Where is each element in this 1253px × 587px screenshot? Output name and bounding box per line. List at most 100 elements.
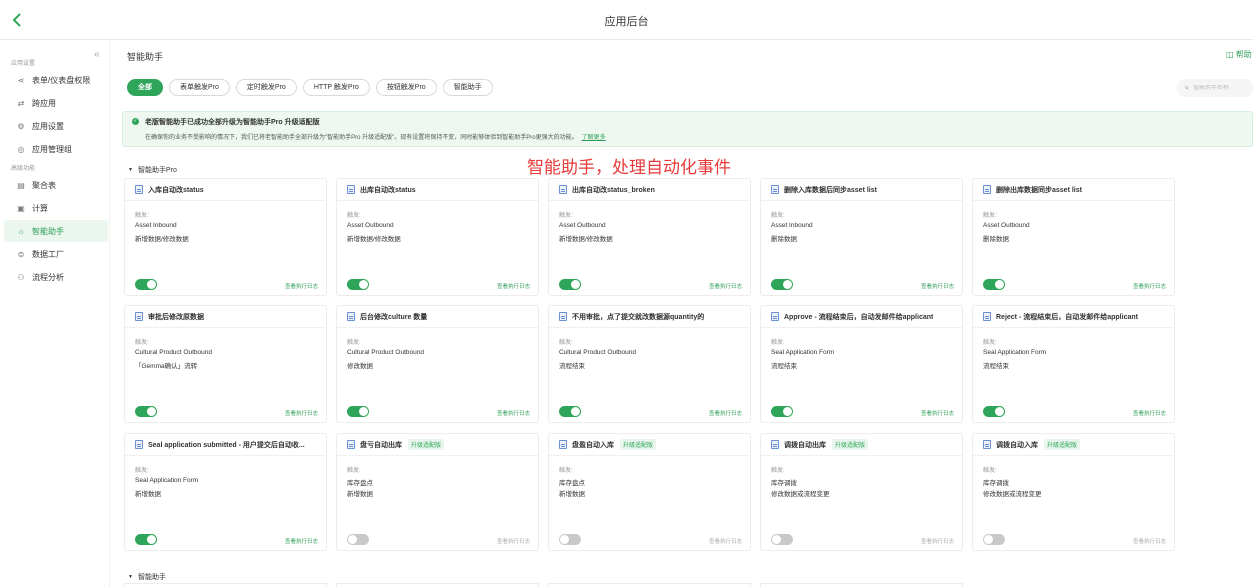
enable-toggle[interactable]	[347, 406, 369, 417]
view-log-link[interactable]: 查看执行日志	[285, 409, 318, 417]
filter-tab[interactable]: 智能助手	[442, 79, 493, 96]
view-log-link[interactable]: 查看执行日志	[497, 409, 530, 417]
assistant-card[interactable]: 出库自动改status_broken 触发: Asset Outbound 新增数据/…	[548, 178, 751, 296]
filter-tab[interactable]: 表单触发Pro	[169, 79, 230, 96]
assistant-card[interactable]: 调拨自动出库 升级适配版 触发: 库存调拨 修改数据或流程变更 查看执行日志	[760, 433, 963, 551]
sidebar-item-table[interactable]: ▤ 聚合表	[4, 174, 108, 196]
sidebar-item-shield[interactable]: ◎ 应用管理组	[4, 138, 108, 160]
section-header[interactable]: ▼ 智能助手	[128, 572, 166, 582]
trigger-event: 流程结束	[983, 363, 1009, 370]
assistant-card[interactable]: Approve - 流程结束后，自动发邮件给applicant 触发: Seal A…	[760, 305, 963, 423]
trigger-event: 新增数据/修改数据	[135, 236, 189, 243]
sidebar-item-bulb[interactable]: ☼ 智能助手	[4, 220, 108, 242]
assistant-card[interactable]	[548, 583, 751, 587]
enable-toggle[interactable]	[559, 406, 581, 417]
view-log-link[interactable]: 查看执行日志	[709, 282, 742, 290]
view-log-link[interactable]: 查看执行日志	[1133, 537, 1166, 545]
section-header[interactable]: ▼ 智能助手Pro	[128, 165, 177, 175]
assistant-card[interactable]	[124, 583, 327, 587]
assistant-card[interactable]	[336, 583, 539, 587]
view-log-link[interactable]: 查看执行日志	[1133, 409, 1166, 417]
filter-tab[interactable]: 全部	[127, 79, 163, 96]
card-header: 不用审批，点了提交就改数据源quantity的	[549, 306, 750, 328]
sidebar-item-share[interactable]: ⋖ 表单/仪表盘权限	[4, 69, 108, 91]
upgrade-banner: ✓ 老版智能助手已成功全部升级为智能助手Pro 升级适配版 在确保你的业务不受影…	[122, 111, 1253, 147]
search-box[interactable]	[1177, 79, 1253, 97]
trigger-form: Asset Inbound	[135, 222, 177, 229]
assistant-card[interactable]: 不用审批，点了提交就改数据源quantity的 触发: Cultural Produ…	[548, 305, 751, 423]
search-input[interactable]	[1193, 85, 1253, 91]
sidebar-item-calculator[interactable]: ▣ 计算	[4, 197, 108, 219]
card-header: 删除入库数据后同步asset list	[761, 179, 962, 201]
book-icon: ◫	[1226, 50, 1234, 59]
assistant-card[interactable]: 盘盈自动入库 升级适配版 触发: 库存盘点 新增数据 查看执行日志	[548, 433, 751, 551]
view-log-link[interactable]: 查看执行日志	[921, 409, 954, 417]
table-icon: ▤	[17, 180, 25, 190]
upgrade-badge: 升级适配版	[620, 439, 657, 450]
card-header: Reject - 流程结束后，自动发邮件给applicant	[973, 306, 1174, 328]
assistant-card[interactable]: Reject - 流程结束后，自动发邮件给applicant 触发: Seal Ap…	[972, 305, 1175, 423]
trigger-form: 库存盘点	[347, 480, 373, 487]
sidebar-item-label: 计算	[32, 203, 48, 213]
assistant-card[interactable]	[760, 583, 963, 587]
trigger-event: 流程结束	[771, 363, 797, 370]
view-log-link[interactable]: 查看执行日志	[497, 537, 530, 545]
sidebar-item-link[interactable]: ⇄ 跨应用	[4, 92, 108, 114]
caret-down-icon: ▼	[128, 167, 133, 173]
assistant-card[interactable]: 后台修改culture 数量 触发: Cultural Product Outbou…	[336, 305, 539, 423]
view-log-link[interactable]: 查看执行日志	[709, 537, 742, 545]
view-log-link[interactable]: 查看执行日志	[921, 282, 954, 290]
enable-toggle[interactable]	[135, 534, 157, 545]
enable-toggle[interactable]	[771, 534, 793, 545]
view-log-link[interactable]: 查看执行日志	[1133, 282, 1166, 290]
enable-toggle[interactable]	[983, 534, 1005, 545]
form-doc-icon	[347, 440, 355, 449]
filter-tab[interactable]: 定时触发Pro	[235, 79, 297, 96]
help-label: 帮助	[1235, 50, 1252, 59]
card-title: 出库自动改status_broken	[572, 186, 655, 194]
filter-tab[interactable]: 按钮触发Pro	[375, 79, 437, 96]
enable-toggle[interactable]	[347, 534, 369, 545]
card-header: Approve - 流程结束后，自动发邮件给applicant	[761, 306, 962, 328]
collapse-sidebar-icon[interactable]: «	[94, 49, 100, 60]
sidebar-item-org[interactable]: ⚇ 流程分析	[4, 266, 108, 288]
filter-tab[interactable]: HTTP 触发Pro	[302, 79, 370, 96]
view-log-link[interactable]: 查看执行日志	[709, 409, 742, 417]
view-log-link[interactable]: 查看执行日志	[285, 537, 318, 545]
enable-toggle[interactable]	[559, 279, 581, 290]
assistant-card[interactable]: 出库自动改status 触发: Asset Outbound 新增数据/修改数据 查看执…	[336, 178, 539, 296]
assistant-card[interactable]: 审批后修改原数据 触发: Cultural Product Outbound 「Gem…	[124, 305, 327, 423]
assistant-card[interactable]: 调拨自动入库 升级适配版 触发: 库存调拨 修改数据或流程变更 查看执行日志	[972, 433, 1175, 551]
trigger-form: Cultural Product Outbound	[135, 349, 212, 356]
learn-more-link[interactable]: 了解更多	[582, 135, 606, 141]
view-log-link[interactable]: 查看执行日志	[497, 282, 530, 290]
enable-toggle[interactable]	[559, 534, 581, 545]
assistant-card[interactable]: 入库自动改status 触发: Asset Inbound 新增数据/修改数据 查看执行…	[124, 178, 327, 296]
form-doc-icon	[135, 440, 143, 449]
enable-toggle[interactable]	[983, 279, 1005, 290]
sidebar-item-gear[interactable]: ⚙ 应用设置	[4, 115, 108, 137]
assistant-card[interactable]: 盘亏自动出库 升级适配版 触发: 库存盘点 新增数据 查看执行日志	[336, 433, 539, 551]
section-title: 智能助手	[137, 574, 166, 581]
enable-toggle[interactable]	[771, 279, 793, 290]
view-log-link[interactable]: 查看执行日志	[285, 282, 318, 290]
assistant-card[interactable]: Seal application submitted - 用户提交后自动收...…	[124, 433, 327, 551]
enable-toggle[interactable]	[135, 279, 157, 290]
card-header: 盘亏自动出库 升级适配版	[337, 434, 538, 456]
sidebar-item-database[interactable]: ⊜ 数据工厂	[4, 243, 108, 265]
view-log-link[interactable]: 查看执行日志	[921, 537, 954, 545]
enable-toggle[interactable]	[771, 406, 793, 417]
enable-toggle[interactable]	[135, 406, 157, 417]
assistant-card[interactable]: 删除出库数据同步asset list 触发: Asset Outbound 删除数据查…	[972, 178, 1175, 296]
trigger-event: 修改数据或流程变更	[771, 491, 830, 498]
enable-toggle[interactable]	[347, 279, 369, 290]
enable-toggle[interactable]	[983, 406, 1005, 417]
help-link[interactable]: ◫ 帮助	[1226, 49, 1252, 60]
form-doc-icon	[347, 185, 355, 194]
trigger-form: Asset Inbound	[771, 222, 813, 229]
card-title: 删除出库数据同步asset list	[996, 186, 1082, 194]
toggle-knob	[348, 535, 357, 544]
trigger-form: Asset Outbound	[559, 222, 606, 229]
assistant-card[interactable]: 删除入库数据后同步asset list 触发: Asset Inbound 删除数据查…	[760, 178, 963, 296]
top-bar: 应用后台	[0, 0, 1253, 40]
